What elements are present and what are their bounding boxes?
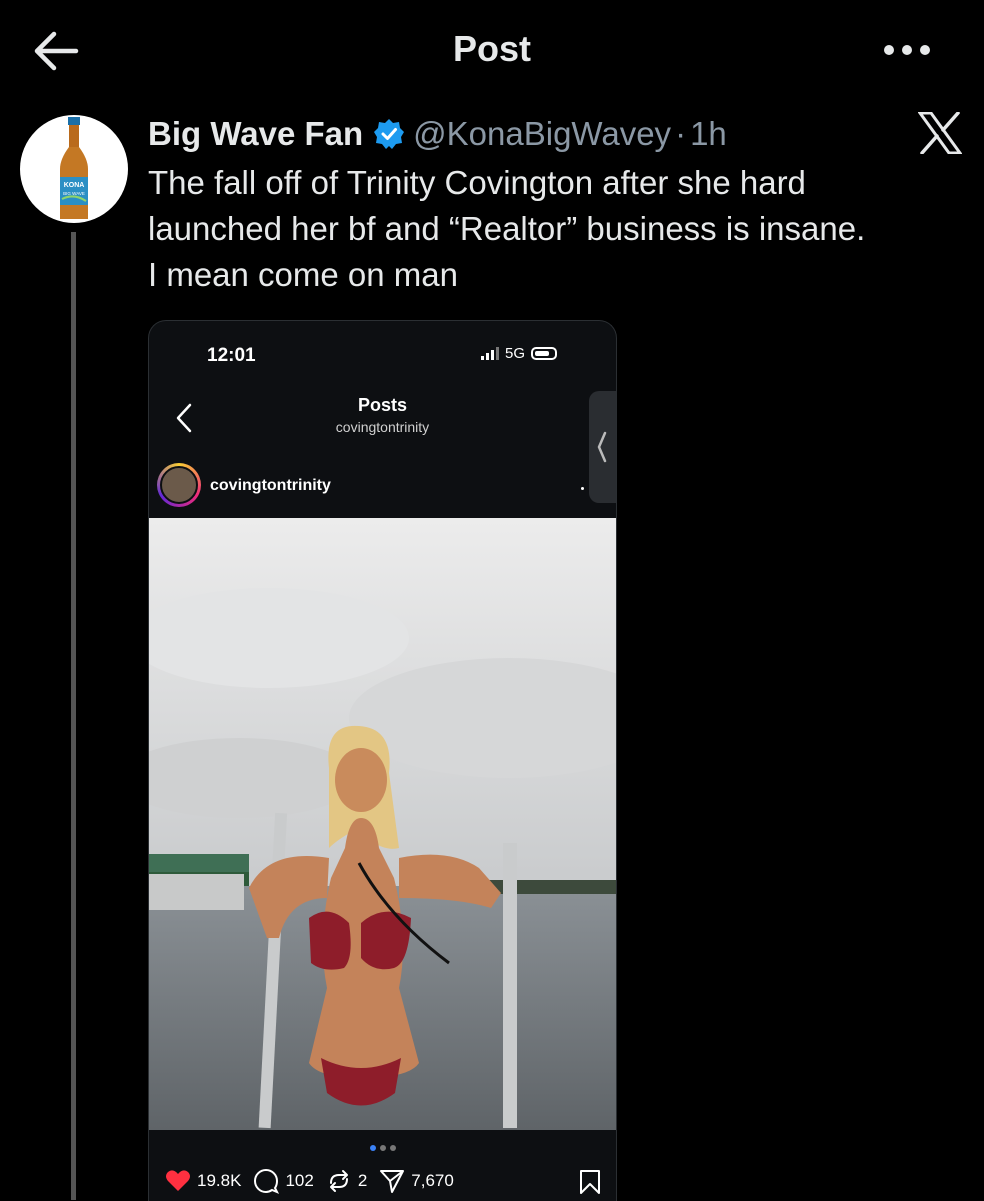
comment-icon: [254, 1169, 280, 1194]
tweet-header: Big Wave Fan @KonaBigWavey · 1h: [148, 112, 727, 156]
author-name[interactable]: Big Wave Fan: [148, 115, 363, 153]
status-time: 12:01: [207, 345, 256, 366]
chevron-left-icon: [597, 431, 607, 463]
post-actions: 19.8K 102 2 7,670: [165, 1167, 466, 1195]
profile-username[interactable]: covingtontrinity: [210, 477, 331, 495]
more-options-icon[interactable]: [581, 487, 584, 490]
x-logo-icon: [918, 112, 962, 154]
post-photo: [149, 518, 616, 1130]
repost-icon: [329, 1170, 348, 1192]
embedded-screenshot[interactable]: 12:01 5G Posts covingtontrinity covingto…: [148, 320, 617, 1201]
shares-count: 7,670: [411, 1171, 454, 1190]
heart-icon: [166, 1170, 190, 1191]
like-action[interactable]: 19.8K: [165, 1168, 241, 1194]
comment-action[interactable]: 102: [253, 1168, 314, 1194]
posts-title: Posts: [357, 395, 408, 415]
signal-icon: [481, 347, 499, 360]
timestamp[interactable]: 1h: [690, 115, 727, 153]
battery-icon: [531, 347, 558, 360]
svg-text:BIG WAVE: BIG WAVE: [63, 191, 85, 196]
bookmark-icon[interactable]: [579, 1169, 601, 1195]
more-options-icon[interactable]: [884, 40, 936, 60]
status-indicators: 5G: [481, 345, 558, 362]
separator: ·: [675, 115, 687, 152]
photo-illustration: [149, 518, 616, 1130]
side-panel-tab[interactable]: [589, 391, 616, 503]
likes-count: 19.8K: [197, 1171, 242, 1190]
svg-text:KONA: KONA: [64, 182, 85, 189]
reposts-count: 2: [357, 1171, 368, 1190]
tweet-text: The fall off of Trinity Covington after …: [148, 164, 866, 293]
avatar[interactable]: KONA BIG WAVE: [20, 115, 128, 223]
network-label: 5G: [505, 345, 526, 362]
page-title: Post: [452, 28, 531, 69]
send-icon: [380, 1170, 405, 1193]
author-handle[interactable]: @KonaBigWavey: [413, 115, 671, 153]
carousel-indicator: [149, 1145, 616, 1151]
share-action[interactable]: 7,670: [379, 1168, 454, 1194]
posts-subtitle: covingtontrinity: [335, 419, 430, 435]
top-bar: Post: [0, 0, 984, 100]
thread-line: [71, 232, 76, 1200]
verified-badge-icon: [374, 119, 405, 149]
beer-bottle-icon: KONA BIG WAVE: [60, 117, 88, 219]
profile-avatar[interactable]: [157, 463, 201, 507]
comments-count: 102: [285, 1171, 314, 1190]
repost-action[interactable]: 2: [326, 1168, 367, 1194]
